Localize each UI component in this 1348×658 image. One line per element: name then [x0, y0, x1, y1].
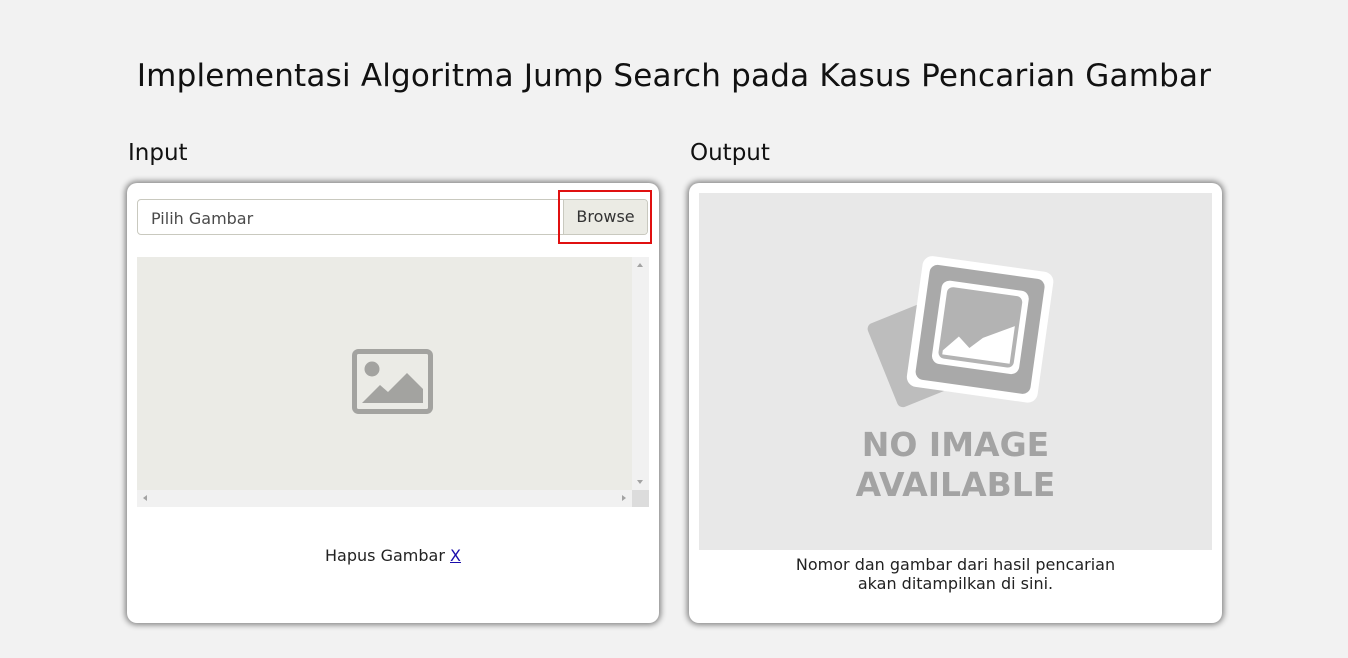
- scroll-left-icon[interactable]: [143, 495, 147, 501]
- vertical-scrollbar[interactable]: [632, 257, 649, 490]
- input-card: Pilih Gambar Browse Hapus Gambar X: [127, 183, 659, 623]
- delete-image-label: Hapus Gambar: [325, 546, 445, 565]
- output-caption-line2: akan ditampilkan di sini.: [857, 574, 1054, 593]
- browse-button[interactable]: Browse: [563, 200, 647, 234]
- output-section-label: Output: [690, 140, 770, 166]
- file-placeholder-text: Pilih Gambar: [151, 209, 254, 228]
- scroll-up-icon[interactable]: [637, 263, 643, 267]
- no-image-text-line1: NO IMAGE: [861, 425, 1050, 464]
- image-placeholder-icon: [352, 349, 433, 414]
- scroll-right-icon[interactable]: [622, 495, 626, 501]
- scroll-corner: [632, 490, 649, 507]
- delete-image-link[interactable]: X: [450, 546, 461, 565]
- no-image-text-line2: AVAILABLE: [855, 465, 1056, 504]
- page-title: Implementasi Algoritma Jump Search pada …: [136, 58, 1212, 94]
- output-card: NO IMAGE AVAILABLE Nomor dan gambar dari…: [689, 183, 1222, 623]
- output-image-area: NO IMAGE AVAILABLE: [699, 193, 1212, 550]
- preview-viewport: [137, 257, 632, 490]
- delete-image-row: Hapus Gambar X: [127, 546, 659, 565]
- output-caption-line1: Nomor dan gambar dari hasil pencarian: [795, 555, 1116, 574]
- horizontal-scrollbar[interactable]: [137, 490, 632, 507]
- file-picker-field[interactable]: Pilih Gambar Browse: [137, 199, 648, 235]
- output-caption: Nomor dan gambar dari hasil pencarian ak…: [689, 555, 1222, 593]
- scroll-down-icon[interactable]: [637, 480, 643, 484]
- no-image-picture-icon: [867, 256, 1054, 408]
- image-preview-area: [137, 257, 649, 507]
- input-section-label: Input: [128, 140, 188, 166]
